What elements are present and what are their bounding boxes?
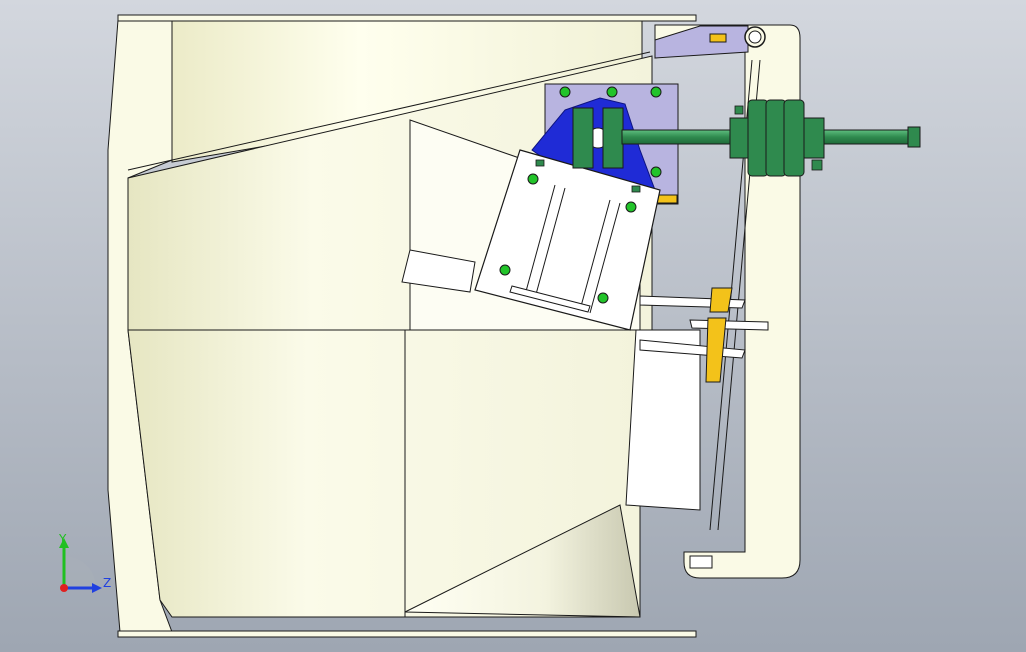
cad-viewport[interactable]: Y Z (0, 0, 1026, 652)
x-axis-dot (60, 584, 68, 592)
hinge-tag (709, 33, 727, 43)
bottom-flange[interactable] (117, 630, 697, 638)
y-axis-label: Y (59, 532, 67, 546)
right-inner-panel[interactable] (625, 329, 701, 511)
z-axis-label: Z (103, 576, 112, 590)
top-flange[interactable] (117, 14, 697, 22)
cad-model-view[interactable] (0, 0, 1026, 652)
shaft-end-collar (907, 126, 921, 148)
axis-triad (59, 538, 102, 593)
frame-slot (689, 555, 713, 569)
linkage-clevis[interactable] (709, 287, 733, 313)
z-axis-head (92, 583, 102, 593)
triad-quadrant (64, 556, 96, 588)
